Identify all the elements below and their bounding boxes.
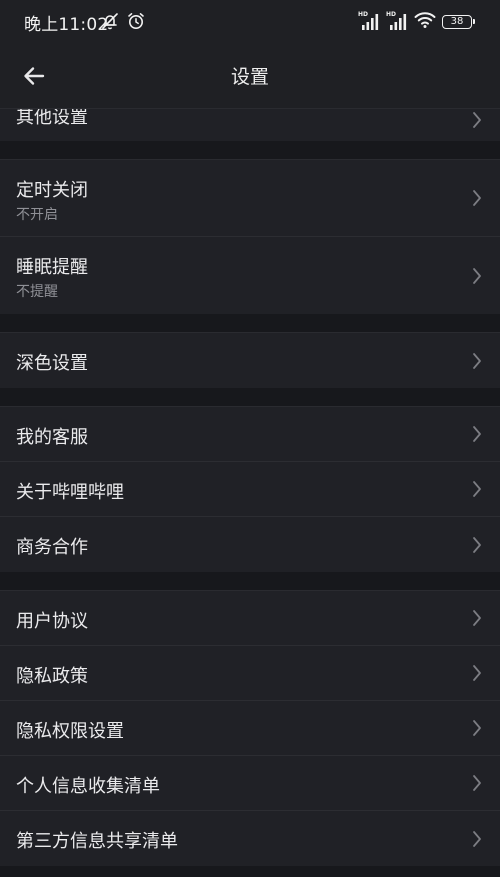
chevron-right-icon [473,536,481,553]
settings-item-label: 用户协议 [16,611,88,632]
settings-list: 其他设置 定时关闭 不开启 睡眠提醒 不提醒 深色设置 我的客服 关于哔哩哔哩 … [0,108,500,866]
chevron-right-icon [473,481,481,497]
settings-item-sleep-reminder[interactable]: 睡眠提醒 不提醒 [0,237,500,314]
settings-item-personal-info-list[interactable]: 个人信息收集清单 [0,756,500,811]
settings-item-label: 隐私政策 [16,666,88,687]
settings-item-user-agreement[interactable]: 用户协议 [0,591,500,646]
settings-item-other[interactable]: 其他设置 [0,109,500,141]
settings-item-label: 个人信息收集清单 [16,776,160,797]
signal-icon: HD [358,11,380,31]
settings-item-third-party-list[interactable]: 第三方信息共享清单 [0,811,500,866]
signal-icon-2: HD [386,11,408,31]
nav-bar: 设置 [0,42,500,108]
settings-item-label: 定时关闭 [16,180,88,201]
chevron-right-icon [473,775,481,791]
chevron-right-icon [473,830,481,847]
settings-item-label: 我的客服 [16,427,88,448]
settings-group-dark: 深色设置 [0,332,500,388]
chevron-right-icon [473,426,481,442]
settings-item-customer-service[interactable]: 我的客服 [0,407,500,462]
group-divider [0,388,500,406]
settings-screen: 晚上11:02 HD HD 38 设置 其他设置 定时关闭 不开启 睡眠提醒 不… [0,0,500,877]
settings-item-value: 不开启 [16,207,58,223]
group-divider [0,314,500,332]
settings-item-about[interactable]: 关于哔哩哔哩 [0,462,500,517]
group-divider [0,572,500,590]
chevron-right-icon [473,267,481,284]
page-title: 设置 [230,66,269,88]
settings-item-label: 商务合作 [16,537,88,558]
settings-group-about: 我的客服 关于哔哩哔哩 商务合作 [0,406,500,572]
settings-item-label: 其他设置 [16,109,88,128]
alarm-icon [126,11,146,35]
settings-item-value: 不提醒 [16,284,58,300]
chevron-right-icon [473,190,481,206]
settings-item-label: 睡眠提醒 [16,257,88,278]
chevron-right-icon [473,112,481,128]
group-divider [0,141,500,159]
status-right-icons: HD HD 38 [358,11,475,33]
chevron-right-icon [473,720,481,736]
settings-item-label: 第三方信息共享清单 [16,831,178,852]
settings-item-dark-mode[interactable]: 深色设置 [0,333,500,388]
chevron-right-icon [473,352,481,369]
settings-item-label: 深色设置 [16,353,88,374]
battery-level: 38 [450,16,464,27]
settings-item-business[interactable]: 商务合作 [0,517,500,572]
settings-item-privacy-permissions[interactable]: 隐私权限设置 [0,701,500,756]
status-time: 晚上11:02 [24,15,109,35]
battery-icon: 38 [442,15,475,29]
settings-item-privacy-policy[interactable]: 隐私政策 [0,646,500,701]
status-bar: 晚上11:02 HD HD 38 [0,0,500,42]
chevron-right-icon [473,610,481,626]
settings-item-timer-off[interactable]: 定时关闭 不开启 [0,160,500,237]
status-left-icons [100,11,146,35]
settings-group-timer: 定时关闭 不开启 睡眠提醒 不提醒 [0,159,500,314]
settings-item-label: 隐私权限设置 [16,721,124,742]
wifi-icon [414,11,436,33]
settings-group-legal: 用户协议 隐私政策 隐私权限设置 个人信息收集清单 第三方信息共享清单 [0,590,500,866]
settings-group-other: 其他设置 [0,108,500,141]
mute-bell-icon [100,11,120,35]
settings-item-label: 关于哔哩哔哩 [16,482,124,503]
chevron-right-icon [473,665,481,681]
